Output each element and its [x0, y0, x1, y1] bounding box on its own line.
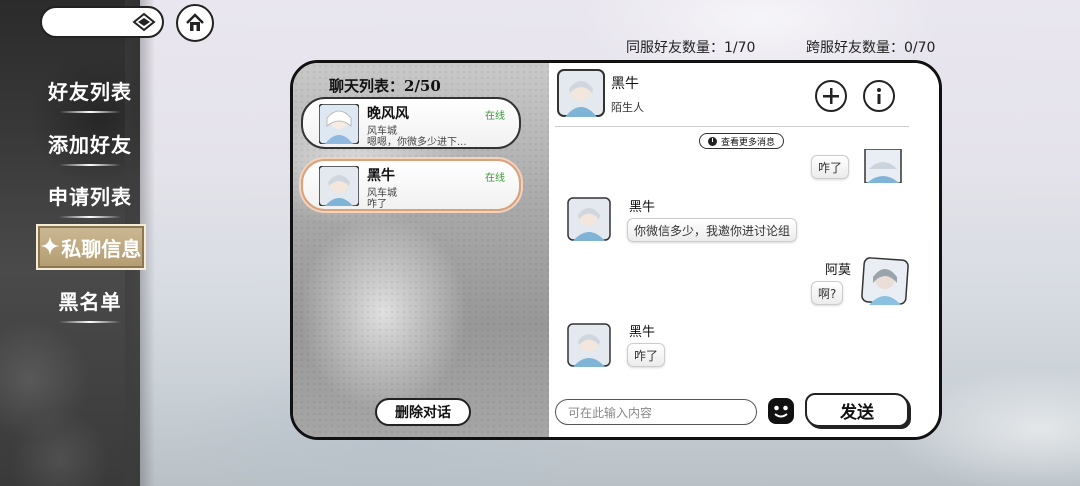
chat-list-item[interactable]: 晚风风 风车城 嗯嗯，你微多少进下... 在线	[301, 97, 521, 149]
sidebar-item-blacklist[interactable]: 黑名单	[40, 286, 140, 323]
info-icon	[877, 88, 881, 104]
sidebar-item-label: 私聊信息	[61, 236, 142, 261]
last-message: 咋了	[367, 199, 387, 210]
conversation-pane: 黑牛 陌生人 查看更多消息 咋了 黑牛 你微信多少，我邀你进讨论组 阿莫 啊? …	[549, 63, 939, 437]
avatar	[861, 257, 909, 305]
avatar	[319, 166, 359, 206]
sidebar-item-friend-list[interactable]: 好友列表	[40, 76, 140, 113]
eye-search-icon[interactable]	[132, 11, 156, 33]
divider	[59, 216, 121, 218]
view-more-label: 查看更多消息	[721, 137, 776, 148]
view-more-messages-button[interactable]: 查看更多消息	[699, 133, 785, 149]
sender-name: 阿莫	[825, 263, 852, 278]
sidebar-item-request-list[interactable]: 申请列表	[40, 181, 140, 218]
sidebar-item-private-messages[interactable]: ✦ 私聊信息	[36, 224, 146, 270]
avatar	[319, 104, 359, 144]
cross-server-friend-count: 跨服好友数量：0/70	[806, 37, 935, 57]
same-server-friend-count: 同服好友数量：1/70	[626, 37, 755, 57]
count-label: 跨服好友数量：	[806, 40, 904, 56]
count-value: 0/70	[904, 40, 936, 56]
sidebar-item-label: 黑名单	[58, 290, 122, 314]
star-icon: ✦	[40, 234, 60, 260]
smiley-icon[interactable]	[767, 397, 795, 425]
contact-relation: 陌生人	[611, 101, 644, 114]
header-divider	[555, 126, 909, 127]
info-button[interactable]	[863, 80, 895, 112]
add-friend-button[interactable]	[815, 80, 847, 112]
count-label: 同服好友数量：	[626, 40, 724, 56]
divider	[59, 111, 121, 113]
message-bubble: 咋了	[811, 155, 850, 179]
delete-conversation-button[interactable]: 删除对话	[375, 398, 471, 426]
contact-name: 黑牛	[367, 168, 395, 184]
sender-name: 黑牛	[629, 200, 656, 215]
last-message: 嗯嗯，你微多少进下...	[367, 137, 467, 148]
divider	[59, 321, 121, 323]
plus-icon	[823, 88, 839, 104]
sidebar-item-label: 申请列表	[48, 185, 132, 209]
sidebar-item-label: 好友列表	[48, 80, 132, 104]
home-icon	[186, 13, 204, 31]
divider	[59, 164, 121, 166]
online-status: 在线	[485, 173, 505, 184]
online-status: 在线	[485, 111, 505, 122]
message-input[interactable]: 可在此输入内容	[555, 399, 757, 425]
avatar	[864, 149, 902, 183]
chat-list-item[interactable]: 黑牛 风车城 咋了 在线	[301, 159, 521, 211]
send-button[interactable]: 发送	[805, 393, 909, 427]
contact-name: 黑牛	[611, 76, 639, 92]
chat-list-title: 聊天列表：2/50	[329, 77, 441, 95]
avatar	[567, 323, 611, 367]
home-button[interactable]	[176, 4, 214, 42]
message-bubble: 你微信多少，我邀你进讨论组	[627, 218, 798, 242]
count-value: 1/70	[724, 40, 756, 56]
contact-avatar[interactable]	[557, 69, 605, 117]
avatar	[567, 197, 611, 241]
sidebar-item-label: 添加好友	[48, 133, 132, 157]
message-bubble: 啊?	[811, 281, 844, 305]
clock-icon	[708, 136, 717, 146]
search-bar[interactable]	[40, 6, 164, 38]
sidebar-item-add-friend[interactable]: 添加好友	[40, 129, 140, 166]
sender-name: 黑牛	[629, 325, 656, 340]
message-bubble: 咋了	[627, 343, 666, 367]
chat-list-pane: 聊天列表：2/50 晚风风 风车城 嗯嗯，你微多少进下... 在线 黑牛 风车城	[293, 63, 549, 437]
contact-name: 晚风风	[367, 106, 409, 122]
chat-panel: 聊天列表：2/50 晚风风 风车城 嗯嗯，你微多少进下... 在线 黑牛 风车城	[290, 60, 942, 440]
